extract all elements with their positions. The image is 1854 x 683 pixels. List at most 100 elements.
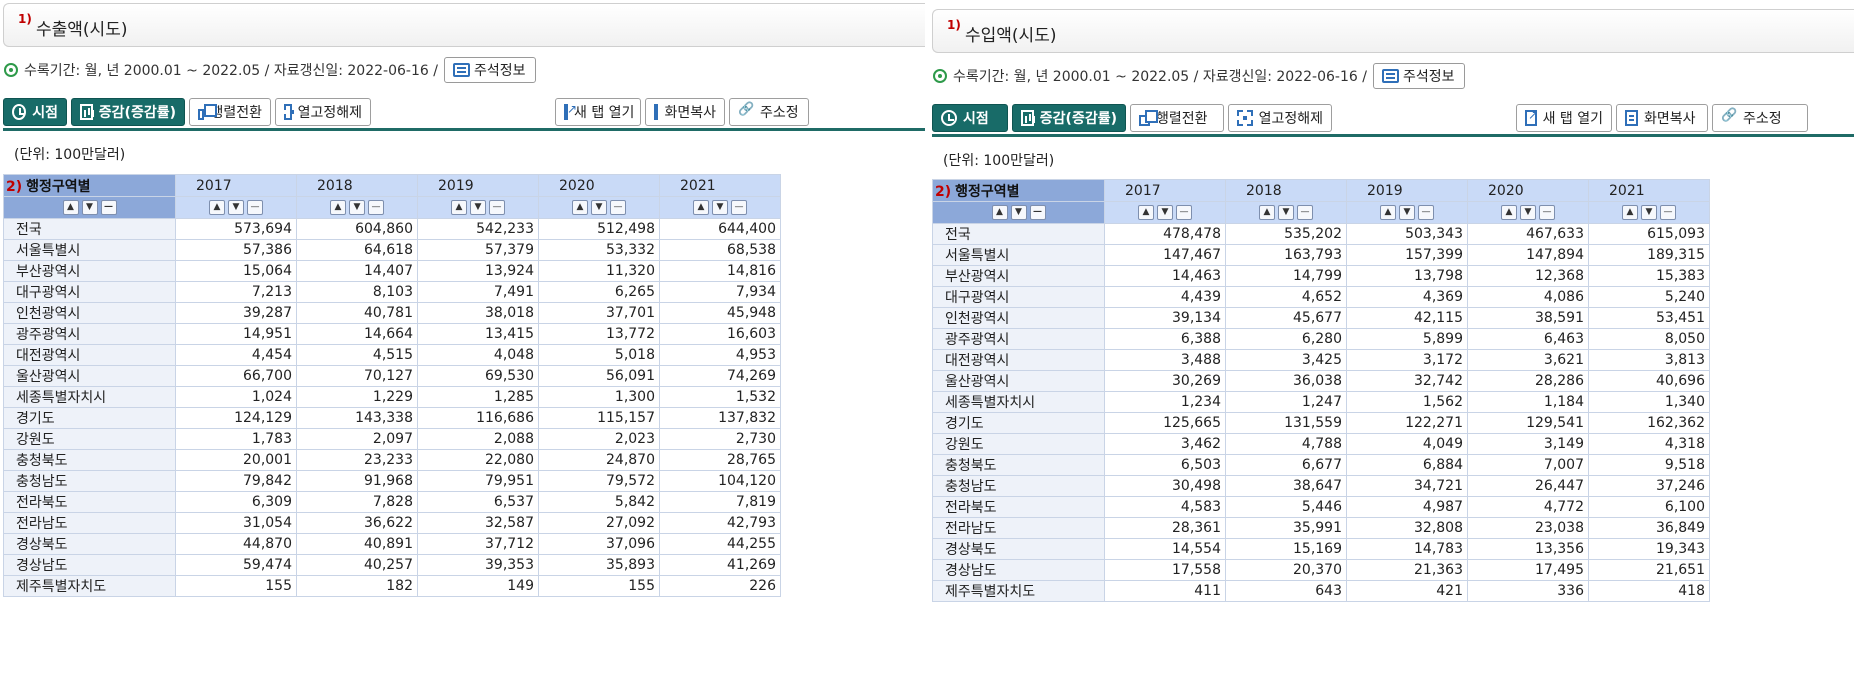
sort-ascending-button[interactable]: ▲ [693,200,709,215]
sort-controls: ▲ ▼ — [1346,201,1468,224]
screen-copy-button[interactable]: 화면복사 [645,98,725,126]
sort-descending-button[interactable]: ▼ [712,200,728,215]
sort-ascending-button[interactable]: ▲ [1259,205,1275,220]
table-cell: 9,518 [1588,454,1710,476]
collapse-button[interactable]: — [100,200,117,215]
corner-header: 2) 행정구역별 [3,174,176,197]
time-point-button[interactable]: 시점 [932,104,1008,132]
collapse-button[interactable]: — [1297,205,1313,220]
column-header-year[interactable]: 2019 [1346,179,1468,202]
table-cell: 68,538 [659,239,781,261]
link-icon [1721,108,1737,126]
collapse-button[interactable]: — [368,200,384,215]
time-point-button[interactable]: 시점 [3,98,67,126]
table-cell: 35,893 [538,554,660,576]
column-header-year[interactable]: 2017 [1104,179,1226,202]
table-cell: 3,149 [1467,433,1589,455]
sort-ascending-button[interactable]: ▲ [1380,205,1396,220]
new-tab-icon [1525,108,1538,126]
unfix-columns-button[interactable]: 열고정해제 [275,98,371,126]
column-header-year[interactable]: 2019 [417,174,539,197]
screen-copy-button[interactable]: 화면복사 [1616,104,1708,132]
table-cell: 13,798 [1346,265,1468,287]
pivot-button[interactable]: 행렬전환 [189,98,271,126]
column-header-year[interactable]: 2018 [296,174,418,197]
copy-icon [654,104,659,120]
sort-descending-button[interactable]: ▼ [228,200,244,215]
table-cell: 14,783 [1346,538,1468,560]
collapse-button[interactable]: — [731,200,747,215]
column-header-year[interactable]: 2021 [1588,179,1710,202]
address-button[interactable]: 주소정 [1712,104,1808,132]
table-cell: 604,860 [296,218,418,240]
sort-descending-button[interactable]: ▼ [591,200,607,215]
table-cell: 4,953 [659,344,781,366]
year-label: 2020 [559,177,595,194]
table-cell: 421 [1346,580,1468,602]
column-header-year[interactable]: 2020 [1467,179,1589,202]
collapse-button[interactable]: — [1176,205,1192,220]
collapse-button[interactable]: — [610,200,626,215]
sort-descending-button[interactable]: ▼ [81,200,98,215]
pivot-button[interactable]: 행렬전환 [1130,104,1224,132]
collapse-button[interactable]: — [1539,205,1555,220]
sort-ascending-button[interactable]: ▲ [451,200,467,215]
sort-ascending-button[interactable]: ▲ [1138,205,1154,220]
sort-ascending-button[interactable]: ▲ [209,200,225,215]
table-cell: 124,129 [175,407,297,429]
change-rate-button[interactable]: 증감(증감률) [71,98,185,126]
note-info-button[interactable]: 주석정보 [443,57,537,83]
address-label: 주소정 [1743,111,1782,127]
column-header-year[interactable]: 2021 [659,174,781,197]
sort-descending-button[interactable]: ▼ [1010,205,1027,220]
collapse-button[interactable]: — [1029,205,1046,220]
table-cell: 69,530 [417,365,539,387]
collapse-button[interactable]: — [247,200,263,215]
sort-descending-button[interactable]: ▼ [470,200,486,215]
table-row: 강원도 3,462 4,788 4,049 3,149 4,318 [932,433,1710,455]
column-header-year[interactable]: 2018 [1225,179,1347,202]
table-cell: 226 [659,575,781,597]
sort-ascending-button[interactable]: ▲ [991,205,1008,220]
sort-descending-button[interactable]: ▼ [1520,205,1536,220]
region-label: 서울특별시 [3,239,176,261]
table-cell: 643 [1225,580,1347,602]
sort-descending-button[interactable]: ▼ [349,200,365,215]
table-cell: 4,987 [1346,496,1468,518]
new-tab-button[interactable]: 새 탭 열기 [1516,104,1612,132]
sort-ascending-button[interactable]: ▲ [1501,205,1517,220]
table-cell: 4,583 [1104,496,1226,518]
sort-descending-button[interactable]: ▼ [1399,205,1415,220]
change-rate-label: 증감(증감률) [1039,111,1117,127]
table-cell: 149 [417,575,539,597]
note-info-button[interactable]: 주석정보 [1372,63,1466,89]
sort-ascending-button[interactable]: ▲ [1622,205,1638,220]
table-cell: 535,202 [1225,223,1347,245]
sort-ascending-button[interactable]: ▲ [572,200,588,215]
collapse-button[interactable]: — [1418,205,1434,220]
table-cell: 31,054 [175,512,297,534]
sort-ascending-button[interactable]: ▲ [62,200,79,215]
table-cell: 137,832 [659,407,781,429]
sort-descending-button[interactable]: ▼ [1641,205,1657,220]
sort-descending-button[interactable]: ▼ [1157,205,1173,220]
column-header-year[interactable]: 2017 [175,174,297,197]
title-footnote-number: 1) [947,18,961,32]
sort-descending-button[interactable]: ▼ [1278,205,1294,220]
table-cell: 1,300 [538,386,660,408]
change-rate-button[interactable]: 증감(증감률) [1012,104,1126,132]
new-tab-button[interactable]: 새 탭 열기 [555,98,641,126]
table-cell: 1,532 [659,386,781,408]
sort-ascending-button[interactable]: ▲ [330,200,346,215]
unfix-columns-button[interactable]: 열고정해제 [1228,104,1332,132]
table-cell: 3,621 [1467,349,1589,371]
region-label: 경상남도 [3,554,176,576]
collapse-button[interactable]: — [489,200,505,215]
address-button[interactable]: 주소정 [729,98,809,126]
table-cell: 35,991 [1225,517,1347,539]
table-row: 전라북도 6,309 7,828 6,537 5,842 7,819 [3,491,781,513]
collapse-button[interactable]: — [1660,205,1676,220]
region-label: 울산광역시 [932,370,1105,392]
column-header-year[interactable]: 2020 [538,174,660,197]
toolbar: 시점 증감(증감률) 행렬전환 열고정해제 새 탭 열기 화면복사 주소정 [3,95,925,131]
